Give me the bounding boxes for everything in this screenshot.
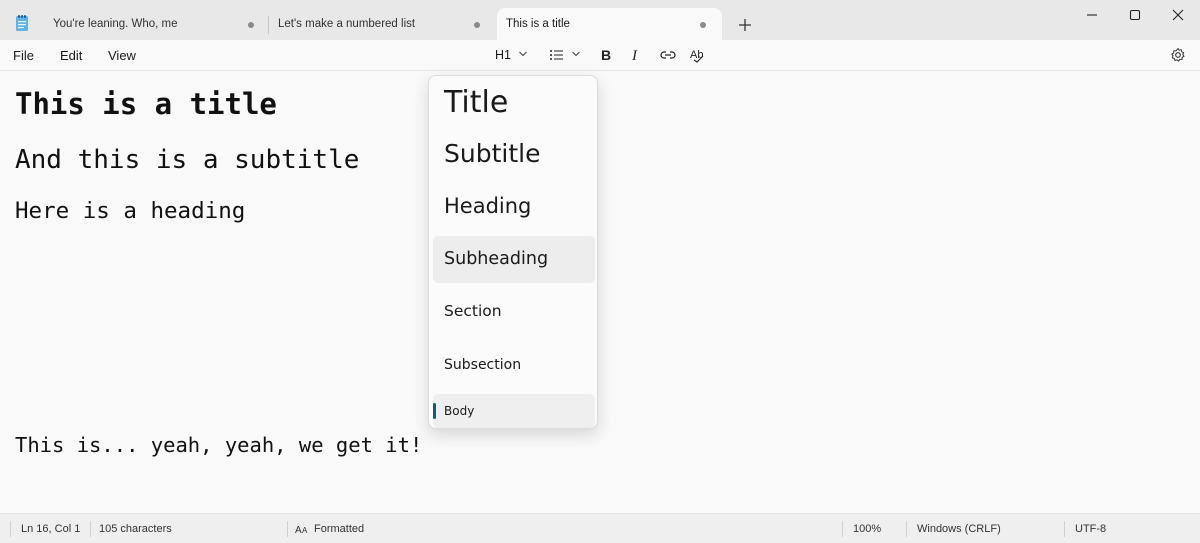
cursor-position[interactable]: Ln 16, Col 1	[21, 523, 80, 535]
heading-style-menu: Title Subtitle Heading Subheading Sectio…	[428, 75, 598, 429]
chevron-down-icon	[572, 51, 580, 57]
svg-text:A: A	[295, 525, 302, 535]
menu-item-title[interactable]: Title	[433, 80, 595, 126]
notepad-app-icon	[16, 15, 28, 31]
zoom-level[interactable]: 100%	[853, 523, 881, 535]
doc-body: This is... yeah, yeah, we get it!	[15, 433, 423, 457]
tab-1-label: You're leaning. Who, me	[53, 18, 178, 30]
menu-item-section-label: Section	[444, 302, 502, 320]
character-count: 105 characters	[99, 523, 172, 535]
tab-2-label: Let's make a numbered list	[278, 18, 416, 30]
doc-subtitle: And this is a subtitle	[15, 145, 360, 175]
menu-item-heading[interactable]: Heading	[433, 184, 595, 230]
tab-3-label: This is a title	[506, 18, 570, 30]
menu-item-subheading[interactable]: Subheading	[433, 236, 595, 283]
line-ending[interactable]: Windows (CRLF)	[917, 523, 1001, 535]
heading-level-label: H1	[495, 48, 511, 62]
status-separator	[1064, 521, 1065, 537]
svg-text:A: A	[302, 526, 308, 535]
menu-view[interactable]: View	[108, 48, 136, 63]
menu-item-subtitle[interactable]: Subtitle	[433, 132, 595, 178]
new-tab-plus-icon[interactable]	[734, 14, 756, 36]
link-icon[interactable]	[659, 46, 677, 64]
italic-icon[interactable]: I	[630, 46, 644, 64]
list-dropdown[interactable]	[549, 46, 583, 64]
unsaved-dot-icon[interactable]	[700, 22, 706, 28]
tab-1[interactable]: You're leaning. Who, me	[44, 8, 264, 40]
menu-item-subtitle-label: Subtitle	[444, 139, 541, 168]
status-separator	[287, 521, 288, 537]
status-bar: Ln 16, Col 1 105 characters A A Formatte…	[0, 513, 1200, 543]
title-bar: You're leaning. Who, me Let's make a num…	[0, 0, 1200, 40]
bulleted-list-icon	[550, 50, 563, 60]
format-mode[interactable]: Formatted	[314, 523, 364, 535]
chevron-down-icon	[519, 51, 527, 57]
menu-file[interactable]: File	[13, 48, 34, 63]
menu-item-title-label: Title	[444, 85, 509, 120]
status-separator	[90, 521, 91, 537]
doc-heading: Here is a heading	[15, 198, 246, 224]
menu-item-body-label: Body	[444, 404, 475, 418]
status-separator	[842, 521, 843, 537]
menu-item-heading-label: Heading	[444, 194, 532, 218]
menu-item-subsection[interactable]: Subsection	[433, 342, 595, 388]
document-editor[interactable]: This is a title And this is a subtitle H…	[0, 71, 1200, 513]
svg-text:Ab: Ab	[690, 49, 703, 61]
close-icon[interactable]	[1164, 4, 1192, 26]
minimize-icon[interactable]	[1078, 4, 1106, 26]
svg-text:I: I	[631, 48, 638, 64]
maximize-icon[interactable]	[1121, 4, 1149, 26]
menu-item-body[interactable]: Body	[433, 394, 595, 428]
menu-edit[interactable]: Edit	[60, 48, 82, 63]
doc-title: This is a title	[15, 87, 277, 121]
menu-item-subsection-label: Subsection	[444, 357, 522, 373]
clear-formatting-icon[interactable]: Ab	[689, 46, 707, 64]
menu-item-section[interactable]: Section	[433, 288, 595, 334]
tab-3-active[interactable]: This is a title	[497, 8, 722, 40]
unsaved-dot-icon[interactable]	[474, 22, 480, 28]
settings-gear-icon[interactable]	[1170, 47, 1186, 63]
status-separator	[10, 521, 11, 537]
svg-text:B: B	[601, 47, 611, 63]
heading-level-dropdown[interactable]: H1	[495, 46, 531, 64]
encoding[interactable]: UTF-8	[1075, 523, 1106, 535]
menu-item-subheading-label: Subheading	[444, 249, 549, 269]
unsaved-dot-icon[interactable]	[248, 22, 254, 28]
selected-indicator	[433, 403, 436, 419]
status-separator	[906, 521, 907, 537]
formatting-icon[interactable]: A A	[295, 523, 309, 535]
bold-icon[interactable]: B	[600, 46, 614, 64]
tab-2[interactable]: Let's make a numbered list	[269, 8, 491, 40]
